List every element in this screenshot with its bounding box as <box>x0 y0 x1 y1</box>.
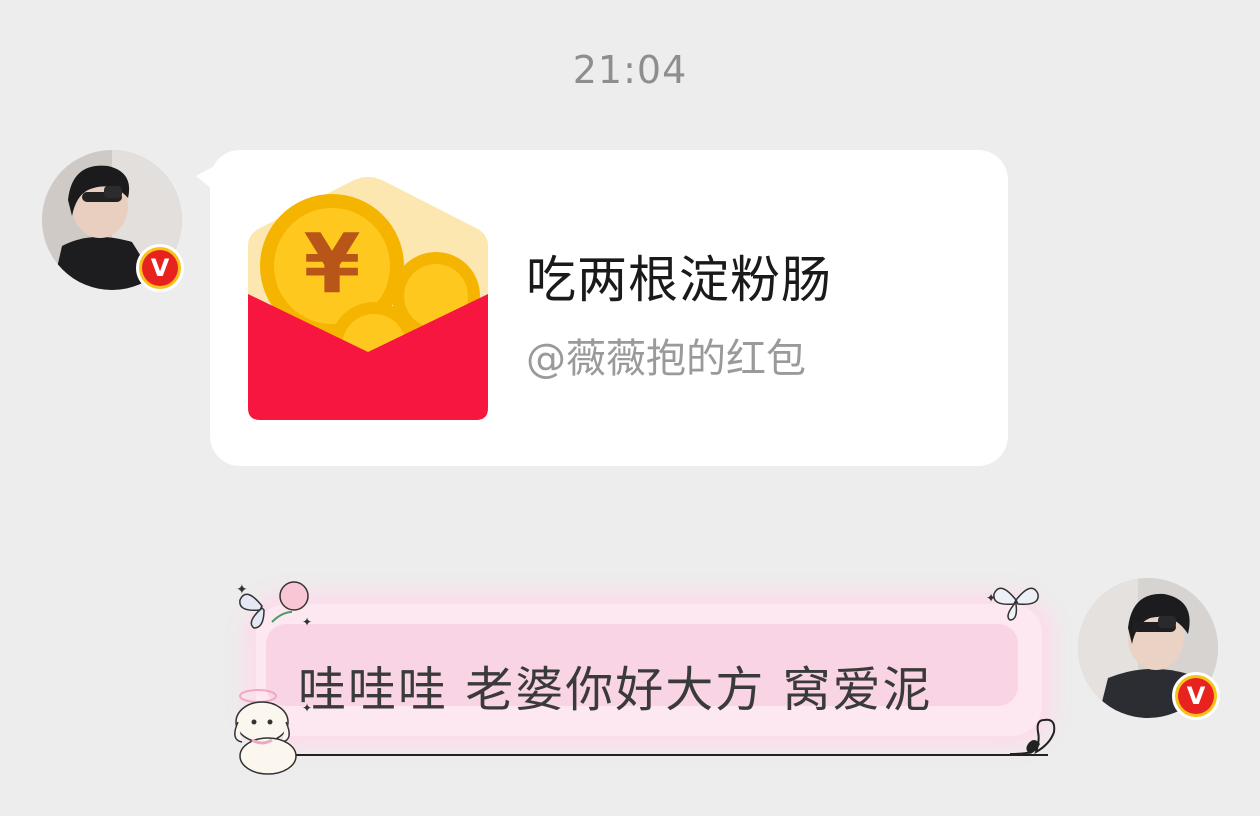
svg-text:✦: ✦ <box>986 591 996 605</box>
reply-underline <box>288 754 1048 756</box>
red-packet-icon: ¥ <box>244 176 492 424</box>
reply-message-text: 哇哇哇 老婆你好大方 窝爱泥 <box>298 662 933 718</box>
heart-icon <box>1010 718 1056 755</box>
reply-message[interactable]: 哇哇哇 老婆你好大方 窝爱泥 ✦ ✦ ✦ ✦ <box>228 578 1060 778</box>
butterfly-flower-icon: ✦ ✦ <box>236 581 312 629</box>
bubble-tail <box>196 164 218 194</box>
svg-text:¥: ¥ <box>303 217 360 312</box>
svg-text:✦: ✦ <box>302 701 312 715</box>
puppy-sticker-icon: ✦ <box>234 689 312 775</box>
my-avatar[interactable]: V <box>1078 578 1220 720</box>
red-packet-message[interactable]: ¥ 吃两根淀粉肠 @薇薇抱的红包 <box>196 150 1008 466</box>
message-timestamp: 21:04 <box>572 48 688 92</box>
sender-avatar[interactable]: V <box>42 150 184 292</box>
butterfly-icon: ✦ <box>986 587 1039 621</box>
svg-text:✦: ✦ <box>236 582 248 598</box>
verified-badge-icon: V <box>1172 672 1220 720</box>
chat-screen: 21:04 V ¥ 吃两根淀粉肠 @薇薇抱的红包 哇哇哇 老婆你好大方 窝爱泥 … <box>0 0 1260 816</box>
red-packet-title: 吃两根淀粉肠 <box>526 251 832 309</box>
red-packet-sender: @薇薇抱的红包 <box>526 336 806 382</box>
verified-badge-icon: V <box>136 244 184 292</box>
svg-text:✦: ✦ <box>302 615 312 629</box>
